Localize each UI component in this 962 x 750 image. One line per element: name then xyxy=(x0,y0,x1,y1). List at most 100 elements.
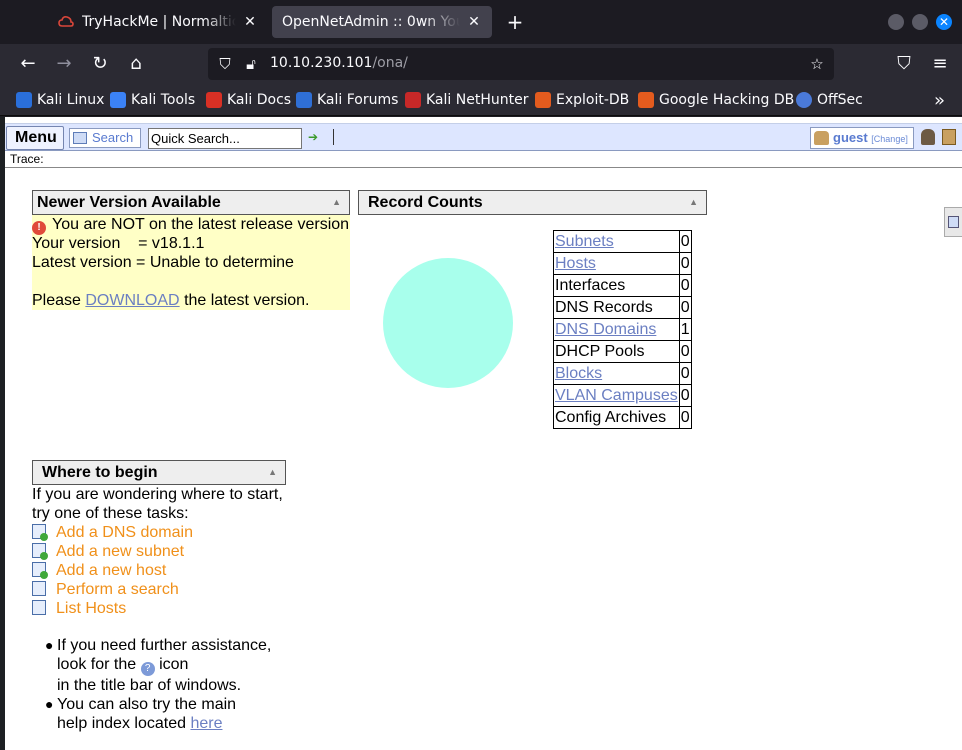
bullet: ● xyxy=(45,637,54,653)
table-row: Hosts 0 xyxy=(553,252,692,275)
tab-title: TryHackMe | Normaltic Sk xyxy=(82,14,236,30)
logout-icon[interactable] xyxy=(942,129,956,145)
reload-icon[interactable]: ↻ xyxy=(88,52,112,76)
quick-search-input[interactable] xyxy=(148,128,302,149)
forward-icon[interactable]: → xyxy=(52,52,76,76)
count-value: 0 xyxy=(678,384,692,407)
count-value: 0 xyxy=(678,406,692,429)
add-document-icon xyxy=(32,543,48,560)
add-document-icon xyxy=(32,562,48,579)
help-icon: ? xyxy=(140,662,155,676)
exploit-db-icon xyxy=(535,92,551,108)
hamburger-menu-icon[interactable]: ≡ xyxy=(928,52,952,76)
table-row: DHCP Pools 0 xyxy=(553,340,692,363)
table-row: Blocks 0 xyxy=(553,362,692,385)
maximize-button[interactable] xyxy=(912,14,928,30)
bookmarks-overflow-icon[interactable]: » xyxy=(934,90,945,111)
close-window-button[interactable]: ✕ xyxy=(936,14,952,30)
nethunter-icon xyxy=(405,92,421,108)
record-counts-title: Record Counts ▲ xyxy=(358,190,707,215)
where-to-begin-title: Where to begin ▲ xyxy=(32,460,286,485)
add-document-icon xyxy=(32,524,48,541)
latest-version: Latest version = Unable to determine xyxy=(32,254,294,271)
table-row: Subnets 0 xyxy=(553,230,692,253)
tab-title: OpenNetAdmin :: 0wn Your N xyxy=(282,14,460,30)
minimize-button[interactable] xyxy=(888,14,904,30)
help-index-link[interactable]: here xyxy=(190,715,222,732)
tab-opennetadmin[interactable]: OpenNetAdmin :: 0wn Your N ✕ xyxy=(272,6,492,38)
bookmark-kali-nethunter[interactable]: Kali NetHunter xyxy=(405,91,528,109)
close-icon[interactable]: ✕ xyxy=(242,14,258,30)
task-perform-search[interactable]: Perform a search xyxy=(32,580,179,599)
shield-icon[interactable]: ⛉ xyxy=(216,55,234,73)
calculator-icon xyxy=(948,216,959,228)
new-tab-button[interactable]: + xyxy=(503,10,527,34)
bookmarks-toolbar: Kali Linux Kali Tools Kali Docs Kali For… xyxy=(0,84,962,116)
kali-icon xyxy=(16,92,32,108)
ona-menu-bar: Menu Search ➔ guest [Change] xyxy=(5,123,962,151)
search-icon xyxy=(73,132,87,144)
trace-label: Trace: xyxy=(10,152,44,166)
help-list: ● If you need further assistance, look f… xyxy=(45,636,272,733)
subnets-link[interactable]: Subnets xyxy=(555,233,614,250)
table-row: Config Archives 0 xyxy=(553,406,692,429)
home-icon[interactable]: ⌂ xyxy=(124,52,148,76)
list-item: ● If you need further assistance, look f… xyxy=(45,637,272,694)
offsec-icon xyxy=(796,92,812,108)
ghdb-icon xyxy=(638,92,654,108)
bookmark-exploit-db[interactable]: Exploit-DB xyxy=(535,91,629,109)
task-list-hosts[interactable]: List Hosts xyxy=(32,599,126,618)
task-add-subnet[interactable]: Add a new subnet xyxy=(32,542,184,561)
bookmark-offsec[interactable]: OffSec xyxy=(796,91,863,109)
interfaces-label: Interfaces xyxy=(553,274,680,297)
bookmark-kali-docs[interactable]: Kali Docs xyxy=(206,91,291,109)
vlan-campuses-link[interactable]: VLAN Campuses xyxy=(555,387,678,404)
list-icon xyxy=(32,600,46,615)
count-value: 0 xyxy=(678,362,692,385)
collapse-icon[interactable]: ▲ xyxy=(689,191,698,214)
warning-line: ! You are NOT on the latest release versi… xyxy=(32,215,349,235)
config-archives-label: Config Archives xyxy=(553,406,680,429)
insecure-lock-icon[interactable]: 🔓︎ xyxy=(242,55,260,73)
dns-domains-link[interactable]: DNS Domains xyxy=(555,321,656,338)
bookmark-kali-linux[interactable]: Kali Linux xyxy=(16,91,104,109)
tab-tryhackme[interactable]: TryHackMe | Normaltic Sk ✕ xyxy=(48,6,268,38)
collapse-icon[interactable]: ▲ xyxy=(268,461,277,484)
collapse-icon[interactable]: ▲ xyxy=(332,191,341,214)
search-button[interactable]: Search xyxy=(69,128,141,148)
warning-icon: ! xyxy=(32,221,46,235)
bullet: ● xyxy=(45,696,54,712)
download-line: Please DOWNLOAD the latest version. xyxy=(32,292,310,309)
side-panel-tab[interactable] xyxy=(944,207,962,237)
bookmark-kali-tools[interactable]: Kali Tools xyxy=(110,91,195,109)
star-icon[interactable]: ☆ xyxy=(808,55,826,73)
bookmark-kali-forums[interactable]: Kali Forums xyxy=(296,91,398,109)
go-arrow-icon[interactable]: ➔ xyxy=(308,130,320,144)
newer-version-title: Newer Version Available ▲ xyxy=(32,190,350,215)
user-button[interactable]: guest [Change] xyxy=(810,127,914,149)
trace-divider xyxy=(5,167,962,168)
kali-tools-icon xyxy=(110,92,126,108)
hosts-link[interactable]: Hosts xyxy=(555,255,596,272)
back-icon[interactable]: ← xyxy=(16,52,40,76)
close-icon[interactable]: ✕ xyxy=(466,14,482,30)
url-text[interactable]: 10.10.230.101/ona/ xyxy=(270,55,408,71)
record-counts-table: Subnets 0 Hosts 0 Interfaces 0 DNS Records 0… xyxy=(553,230,692,429)
count-value: 0 xyxy=(678,340,692,363)
admin-icon[interactable] xyxy=(921,129,935,145)
web-page: Menu Search ➔ guest [Change] Trace: Newe… xyxy=(5,117,962,750)
menu-button[interactable]: Menu xyxy=(6,126,64,150)
task-add-host[interactable]: Add a new host xyxy=(32,561,166,580)
bookmark-google-hacking-db[interactable]: Google Hacking DB xyxy=(638,91,794,109)
tab-bar: TryHackMe | Normaltic Sk ✕ OpenNetAdmin … xyxy=(0,0,962,44)
count-value: 0 xyxy=(678,252,692,275)
count-value: 0 xyxy=(678,230,692,253)
cloud-icon xyxy=(58,16,74,27)
pocket-icon[interactable]: ⛉ xyxy=(892,52,916,76)
download-link[interactable]: DOWNLOAD xyxy=(85,292,179,309)
blocks-link[interactable]: Blocks xyxy=(555,365,602,382)
newer-version-panel: ! You are NOT on the latest release versi… xyxy=(32,215,350,310)
url-bar[interactable]: ⛉ 🔓︎ 10.10.230.101/ona/ ☆ xyxy=(208,48,834,80)
task-add-dns-domain[interactable]: Add a DNS domain xyxy=(32,523,193,542)
record-counts-pie xyxy=(383,258,513,388)
